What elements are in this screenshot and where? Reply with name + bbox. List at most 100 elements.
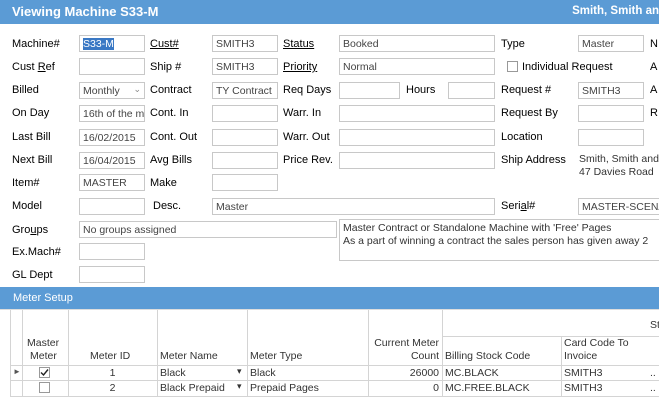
grid-divider (561, 336, 562, 397)
shipaddr-line2: 47 Davies Road (579, 166, 654, 178)
request-label: Request # (501, 84, 552, 96)
shipaddr-field[interactable]: Smith, Smith and 47 Davies Road (576, 151, 659, 185)
row2-meter-type[interactable]: Prepaid Pages (250, 382, 319, 394)
nextbill-field[interactable]: 16/04/2015 (79, 152, 145, 169)
serial-label: Serial# (501, 200, 536, 212)
warrin-label: Warr. In (283, 107, 322, 119)
status-field[interactable]: Booked (339, 35, 495, 52)
status-label: Status (283, 38, 315, 50)
grid-divider (22, 310, 23, 397)
custref-field[interactable] (79, 58, 145, 75)
contract-field[interactable]: TY Contract (212, 82, 278, 99)
header-current-count-line1: Current Meter (374, 337, 439, 349)
gldept-field[interactable] (79, 266, 145, 283)
row1-card-code[interactable]: SMITH3 (564, 367, 603, 379)
ship-field[interactable]: SMITH3 (212, 58, 278, 75)
header-master-line2: Meter (30, 350, 57, 362)
pricerev-field[interactable] (339, 152, 495, 169)
item-label: Item# (12, 177, 40, 189)
notes-field[interactable]: Master Contract or Standalone Machine wi… (339, 219, 659, 261)
priority-label: Priority (283, 61, 318, 73)
row2-right-label: A (650, 61, 658, 73)
make-label: Make (150, 177, 177, 189)
row4-right-label: R (650, 107, 658, 119)
row2-card-code[interactable]: SMITH3 (564, 382, 603, 394)
priority-field[interactable]: Normal (339, 58, 495, 75)
item-field[interactable]: MASTER (79, 174, 145, 191)
billed-select[interactable]: Monthly ⌄ (79, 82, 145, 99)
desc-field[interactable]: Master (212, 198, 495, 215)
hours-field[interactable] (448, 82, 495, 99)
exmach-label: Ex.Mach# (12, 246, 61, 258)
make-field[interactable] (212, 174, 278, 191)
header-billing-stock-code[interactable]: Billing Stock Code (445, 350, 530, 362)
serial-field[interactable]: MASTER-SCENA (578, 198, 659, 215)
window-title: Viewing Machine S33-M (12, 4, 159, 19)
reqdays-field[interactable] (339, 82, 400, 99)
contin-label: Cont. In (150, 107, 189, 119)
notes-line1: Master Contract or Standalone Machine wi… (343, 222, 612, 234)
location-label: Location (501, 131, 543, 143)
grid-divider (368, 310, 369, 397)
row2-count[interactable]: 0 (371, 382, 439, 394)
header-meter-type[interactable]: Meter Type (250, 350, 302, 362)
meter-grid: St Master Meter Meter ID Meter Name Mete… (0, 309, 659, 397)
grid-group-header-cut: St (650, 319, 659, 331)
lastbill-field[interactable]: 16/02/2015 (79, 129, 145, 146)
row-indicator-icon: ► (13, 367, 21, 376)
avgbills-label: Avg Bills (150, 154, 192, 166)
row1-count[interactable]: 26000 (371, 367, 439, 379)
cust-field[interactable]: SMITH3 (212, 35, 278, 52)
window-title-bar: Viewing Machine S33-M Smith, Smith an (0, 0, 659, 24)
avgbills-field[interactable] (212, 152, 278, 169)
machine-label: Machine# (12, 38, 60, 50)
model-label: Model (12, 200, 42, 212)
row3-right-label: A (650, 84, 658, 96)
row1-meter-name-dropdown-icon[interactable]: ▾ (237, 366, 242, 377)
grid-divider (442, 310, 443, 397)
contout-label: Cont. Out (150, 131, 198, 143)
row1-meter-name[interactable]: Black (160, 367, 186, 379)
row2-more[interactable]: .. (650, 382, 656, 394)
machine-field[interactable]: S33-M (79, 35, 145, 52)
gldept-label: GL Dept (12, 269, 53, 281)
hours-label: Hours (406, 84, 436, 96)
meter-setup-header: Meter Setup (0, 287, 659, 309)
location-field[interactable] (578, 129, 644, 146)
chevron-down-icon: ⌄ (133, 84, 141, 94)
row2-meter-name-dropdown-icon[interactable]: ▾ (237, 381, 242, 392)
exmach-field[interactable] (79, 243, 145, 260)
type-label: Type (501, 38, 525, 50)
row2-meter-name[interactable]: Black Prepaid (160, 382, 225, 394)
machine-form: Machine# S33-M Cust# SMITH3 Status Booke… (0, 24, 659, 286)
master-meter-checkbox-row2[interactable] (39, 382, 50, 393)
header-meter-name[interactable]: Meter Name (160, 350, 218, 362)
request-field[interactable]: SMITH3 (578, 82, 644, 99)
individual-request-checkbox[interactable] (507, 61, 518, 72)
individual-request-label: Individual Request (522, 61, 613, 73)
ship-label: Ship # (150, 61, 182, 73)
onday-field[interactable]: 16th of the m (79, 105, 145, 122)
contin-field[interactable] (212, 105, 278, 122)
row1-right-label: N (650, 38, 658, 50)
header-master-line1: Master (27, 337, 60, 349)
onday-label: On Day (12, 107, 50, 119)
master-meter-checkbox-row1[interactable] (39, 367, 50, 378)
contout-field[interactable] (212, 129, 278, 146)
warrout-field[interactable] (339, 129, 495, 146)
shipaddr-label: Ship Address (501, 154, 566, 166)
groups-field[interactable]: No groups assigned (79, 221, 337, 238)
requestby-field[interactable] (578, 105, 644, 122)
type-field[interactable]: Master (578, 35, 644, 52)
row2-stock-code[interactable]: MC.FREE.BLACK (445, 382, 530, 394)
row1-stock-code[interactable]: MC.BLACK (445, 367, 499, 379)
row2-meter-id: 2 (109, 382, 116, 394)
header-meter-id[interactable]: Meter ID (90, 350, 130, 362)
row1-more[interactable]: .. (650, 367, 656, 379)
row1-meter-type[interactable]: Black (250, 367, 276, 379)
model-field[interactable] (79, 198, 145, 215)
warrin-field[interactable] (339, 105, 495, 122)
shipaddr-line1: Smith, Smith and (579, 153, 659, 165)
desc-label: Desc. (153, 200, 182, 212)
header-card-code-line2: Invoice (564, 350, 598, 362)
